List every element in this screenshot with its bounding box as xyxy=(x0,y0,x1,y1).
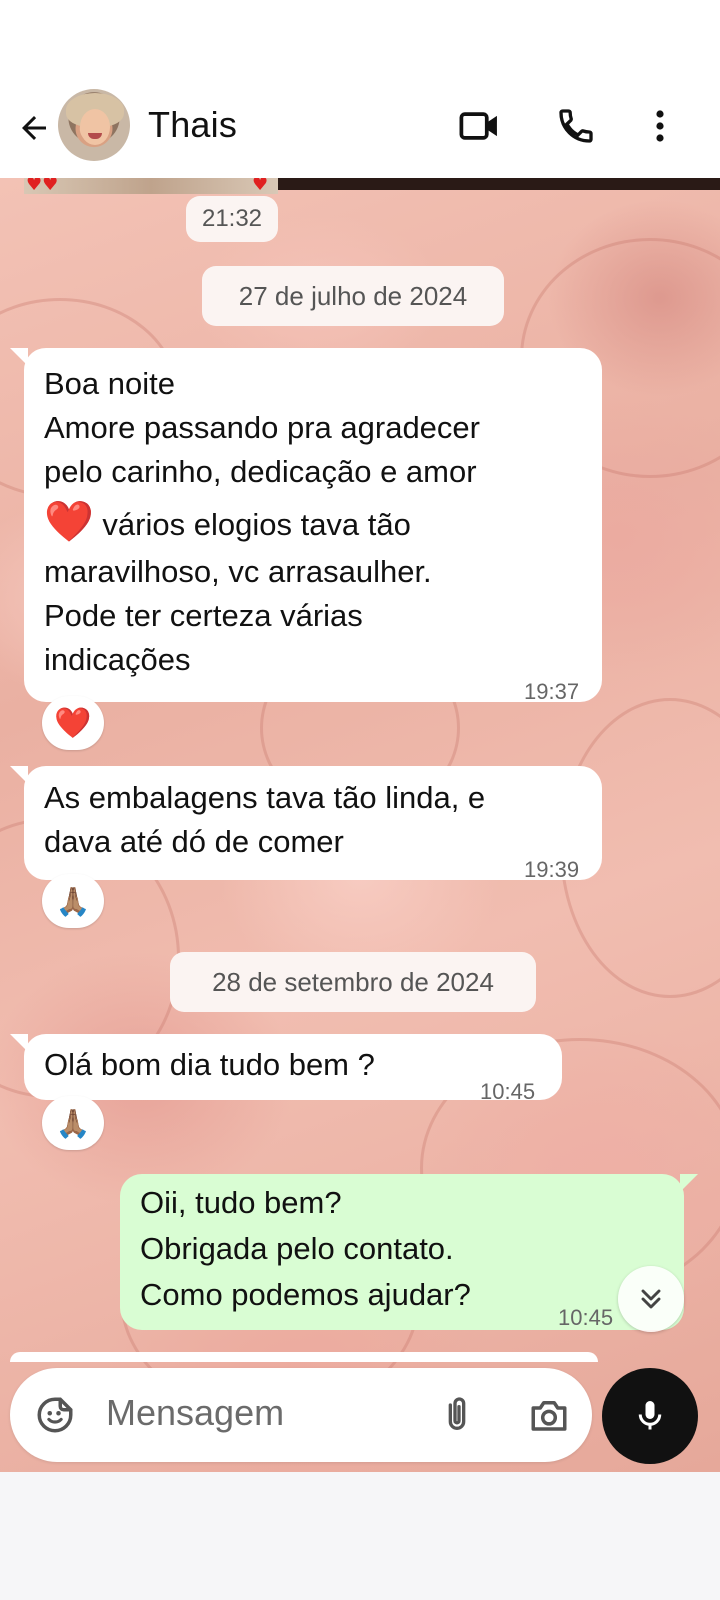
date-separator: 28 de setembro de 2024 xyxy=(170,952,536,1012)
microphone-icon xyxy=(638,1401,662,1430)
message-timestamp: 19:39 xyxy=(524,857,580,882)
attach-icon xyxy=(448,1397,466,1430)
camera-icon xyxy=(531,1401,567,1431)
video-call-button[interactable] xyxy=(456,102,504,150)
chat-area[interactable]: ♥♥ ♥ 21:32 27 de julho de 2024 Boa noite… xyxy=(0,178,720,1472)
status-bar-area xyxy=(0,0,720,86)
contact-name[interactable]: Thais xyxy=(148,104,237,146)
phone-call-icon xyxy=(559,109,593,143)
back-button[interactable] xyxy=(14,108,54,148)
camera-button[interactable] xyxy=(524,1390,574,1440)
image-message-preview[interactable]: ♥♥ ♥ xyxy=(24,178,278,194)
outgoing-message[interactable]: Oii, tudo bem? Obrigada pelo contato. Co… xyxy=(120,1174,698,1330)
sticker-icon xyxy=(37,1397,73,1433)
incoming-message[interactable]: Olá bom dia tudo bem ? 10:45 xyxy=(10,1034,562,1104)
heart-emoji: ❤️ xyxy=(44,500,94,544)
message-composer[interactable]: Mensagem xyxy=(10,1368,592,1462)
chat-header: Thais xyxy=(0,86,720,178)
scroll-to-bottom-button[interactable] xyxy=(618,1266,684,1332)
message-line: Amore passando pra agradecer xyxy=(44,410,480,445)
message-timestamp: 10:45 xyxy=(480,1079,536,1104)
video-call-icon xyxy=(459,112,497,140)
message-time-chip: 21:32 xyxy=(186,196,278,242)
message-input[interactable]: Mensagem xyxy=(106,1392,284,1434)
message-reaction[interactable]: 🙏🏽 xyxy=(42,1096,104,1150)
message-line: Pode ter certeza várias xyxy=(44,598,363,633)
message-reaction[interactable]: 🙏🏽 xyxy=(42,874,104,928)
incoming-message[interactable]: As embalagens tava tão linda, e dava até… xyxy=(10,766,602,882)
message-line: maravilhoso, vc arrasaulher. xyxy=(44,554,432,589)
attach-button[interactable] xyxy=(432,1390,482,1440)
more-options-button[interactable] xyxy=(636,102,684,150)
double-chevron-down-icon xyxy=(641,1289,661,1309)
partial-message xyxy=(10,1352,598,1362)
voice-call-button[interactable] xyxy=(552,102,600,150)
message-line: Boa noite xyxy=(44,366,175,401)
heart-emoji: ❤️ xyxy=(54,705,92,741)
message-timestamp: 10:45 xyxy=(558,1305,614,1330)
message-text: Olá bom dia tudo bem ? xyxy=(44,1047,375,1082)
incoming-message[interactable]: Boa noite Amore passando pra agradecer p… xyxy=(10,348,602,704)
voice-message-button[interactable] xyxy=(602,1368,698,1464)
more-options-icon xyxy=(656,110,664,142)
message-line: vários elogios tava tão xyxy=(93,507,411,542)
message-timestamp: 19:37 xyxy=(524,679,580,704)
message-line: pelo carinho, dedicação e amor xyxy=(44,454,477,489)
message-text: As embalagens tava tão linda, e dava até… xyxy=(44,780,486,859)
folded-hands-emoji: 🙏🏽 xyxy=(55,884,91,918)
message-reaction[interactable]: ❤️ xyxy=(42,696,104,750)
sticker-button[interactable] xyxy=(30,1390,80,1440)
contact-avatar[interactable] xyxy=(58,89,130,161)
navigation-bar-area xyxy=(0,1472,720,1600)
folded-hands-emoji: 🙏🏽 xyxy=(55,1106,91,1140)
wallpaper-edge xyxy=(278,178,720,190)
back-arrow-icon xyxy=(22,116,46,140)
message-line: indicações xyxy=(44,642,191,677)
date-separator: 27 de julho de 2024 xyxy=(202,266,504,326)
